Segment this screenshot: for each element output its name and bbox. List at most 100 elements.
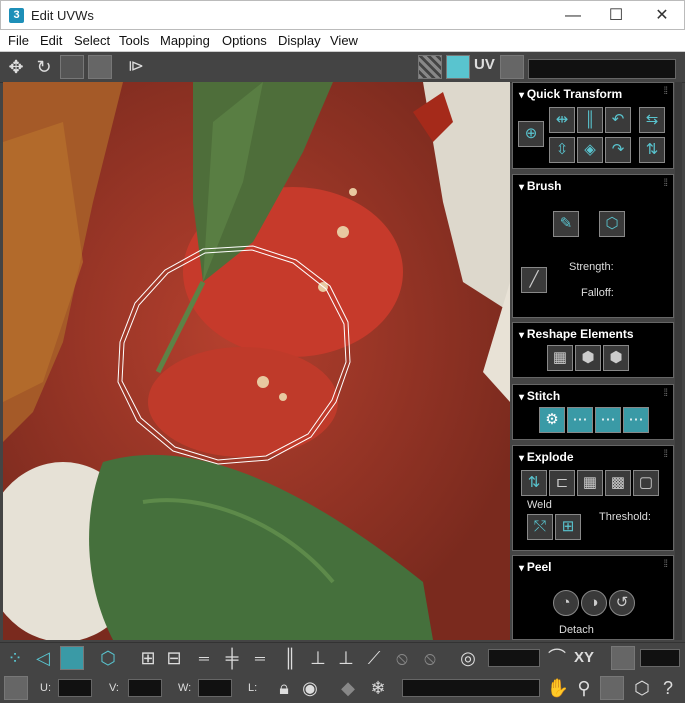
grip-icon[interactable]: ⁞⁞ — [663, 559, 667, 570]
freeform-icon[interactable] — [88, 55, 112, 79]
pan-icon[interactable]: ✋ — [546, 676, 570, 700]
vertex-mode-icon[interactable]: ⁘ — [3, 646, 27, 670]
loop-grow-icon[interactable]: ╪ — [220, 646, 244, 670]
falloff-curve-icon[interactable]: ╱ — [521, 267, 547, 293]
polygon-mode-icon[interactable] — [60, 646, 84, 670]
rotate-icon[interactable]: ↻ — [32, 55, 56, 79]
select-by-element-icon[interactable]: ⦸ — [390, 646, 414, 670]
align-pivot-icon[interactable]: ⊕ — [518, 121, 544, 147]
explode-check-icon[interactable]: ▩ — [605, 470, 631, 496]
paint-move-icon[interactable]: ✎ — [553, 211, 579, 237]
ring-icon[interactable]: ═ — [248, 646, 272, 670]
space-vertical-icon[interactable]: ║ — [577, 107, 603, 133]
maximize-button[interactable]: ☐ — [593, 1, 639, 31]
space-horizontal-icon[interactable]: ⇆ — [639, 107, 665, 133]
relax-icon[interactable]: ⬢ — [575, 345, 601, 371]
u-field[interactable] — [58, 679, 92, 697]
texture-map-icon[interactable] — [446, 55, 470, 79]
align-vertical-icon[interactable]: ⇳ — [549, 137, 575, 163]
checker-icon[interactable] — [418, 55, 442, 79]
loop-icon[interactable]: ═ — [192, 646, 216, 670]
stitch-average-icon[interactable]: ⋯ — [595, 407, 621, 433]
quick-transform-title[interactable]: Quick Transform — [519, 87, 622, 101]
grip-icon[interactable]: ⁞⁞ — [663, 449, 667, 460]
absolute-offset-icon[interactable] — [4, 676, 28, 700]
grow-selection-icon[interactable]: ⊞ — [136, 646, 160, 670]
stitch-custom-icon[interactable]: ⚙ — [539, 407, 565, 433]
explode-rollout: Explode ⁞⁞ ⇅ ⊏ ▦ ▩ ▢ Weld Threshold: ⤲ ⊞ — [512, 445, 674, 551]
explode-square-icon[interactable]: ▢ — [633, 470, 659, 496]
select-overlap-icon[interactable]: ⦸ — [418, 646, 442, 670]
align-horizontal-icon[interactable]: ⇹ — [549, 107, 575, 133]
hide-icon[interactable]: ◉ — [298, 676, 322, 700]
quick-peel-icon[interactable]: ◔ — [553, 590, 579, 616]
menu-select[interactable]: Select — [74, 33, 110, 48]
v-field[interactable] — [128, 679, 162, 697]
relax-settings-icon[interactable]: ⬢ — [603, 345, 629, 371]
zoom-icon[interactable]: ⚲ — [572, 676, 596, 700]
uv-viewport[interactable] — [3, 82, 510, 640]
shrink-selection-icon[interactable]: ⊟ — [162, 646, 186, 670]
lock-icon[interactable]: 🔒︎ — [272, 676, 296, 700]
zoom-extents-icon[interactable]: ⬡ — [630, 676, 654, 700]
brush-icon[interactable]: ⟋ — [362, 646, 386, 670]
peel-title[interactable]: Peel — [519, 560, 552, 574]
falloff-settings-icon[interactable] — [611, 646, 635, 670]
ring-grow-icon[interactable]: ║ — [278, 646, 302, 670]
detach-edge-icon[interactable]: ⊏ — [549, 470, 575, 496]
minimize-button[interactable]: — — [550, 1, 596, 31]
menu-view[interactable]: View — [330, 33, 358, 48]
reset-peel-icon[interactable]: ↺ — [609, 590, 635, 616]
rollout-scrollbar[interactable] — [675, 82, 682, 640]
weld-selected-icon[interactable]: ⤲ — [527, 514, 553, 540]
soft-selection-icon[interactable]: ◎ — [456, 646, 480, 670]
settings-icon[interactable] — [500, 55, 524, 79]
menu-mapping[interactable]: Mapping — [160, 33, 210, 48]
rotate-ccw-icon[interactable]: ↶ — [605, 107, 631, 133]
weld-all-icon[interactable]: ⊞ — [555, 514, 581, 540]
mirror-icon[interactable]: ⧐ — [124, 55, 148, 79]
straighten-icon[interactable]: ▦ — [547, 345, 573, 371]
grip-icon[interactable]: ⁞⁞ — [663, 388, 667, 399]
break-icon[interactable]: ⇅ — [521, 470, 547, 496]
brush-title[interactable]: Brush — [519, 179, 562, 193]
freeze-icon[interactable]: ❄ — [366, 676, 390, 700]
w-field[interactable] — [198, 679, 232, 697]
v-label: V: — [109, 682, 119, 694]
texture-dropdown[interactable] — [528, 59, 676, 79]
help-icon[interactable]: ? — [656, 676, 680, 700]
menu-display[interactable]: Display — [278, 33, 321, 48]
menu-edit[interactable]: Edit — [40, 33, 62, 48]
stitch-title[interactable]: Stitch — [519, 389, 560, 403]
scale-icon[interactable] — [60, 55, 84, 79]
stitch-source-icon[interactable]: ⋯ — [567, 407, 593, 433]
element-mode-icon[interactable]: ⬡ — [96, 646, 120, 670]
grip-icon[interactable]: ⁞⁞ — [663, 86, 667, 97]
menu-options[interactable]: Options — [222, 33, 267, 48]
filter-dropdown[interactable] — [402, 679, 540, 697]
explode-grid-icon[interactable]: ▦ — [577, 470, 603, 496]
reshape-elements-title[interactable]: Reshape Elements — [519, 327, 634, 341]
close-button[interactable]: ✕ — [639, 1, 685, 31]
grip-icon[interactable]: ⁞⁞ — [663, 178, 667, 189]
menu-file[interactable]: File — [8, 33, 29, 48]
show-icon[interactable]: ◆ — [336, 676, 360, 700]
menu-tools[interactable]: Tools — [119, 33, 149, 48]
peel-mode-icon[interactable]: ◑ — [581, 590, 607, 616]
stitch-target-icon[interactable]: ⋯ — [623, 407, 649, 433]
zoom-region-icon[interactable] — [600, 676, 624, 700]
edge-mode-icon[interactable]: ◁ — [31, 646, 55, 670]
relax-brush-icon[interactable]: ⬡ — [599, 211, 625, 237]
uv-label[interactable]: UV — [474, 56, 495, 73]
soft-selection-value[interactable] — [488, 649, 540, 667]
falloff-curve-icon[interactable]: ⌒ — [545, 646, 569, 670]
point-to-point-icon[interactable]: ⊥ — [306, 646, 330, 670]
space-vertical-2-icon[interactable]: ⇅ — [639, 137, 665, 163]
explode-title[interactable]: Explode — [519, 450, 574, 464]
center-icon[interactable]: ◈ — [577, 137, 603, 163]
move-icon[interactable]: ✥ — [4, 55, 28, 79]
paint-select-icon[interactable]: ⊥ — [334, 646, 358, 670]
rotate-cw-icon[interactable]: ↷ — [605, 137, 631, 163]
xy-label[interactable]: XY — [574, 649, 594, 666]
falloff-value[interactable] — [640, 649, 680, 667]
